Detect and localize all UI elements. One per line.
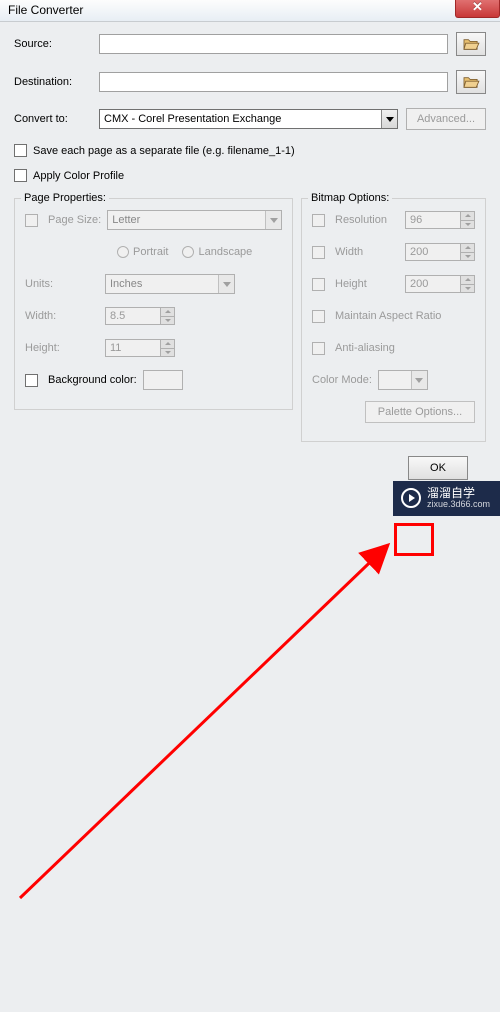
folder-open-icon	[462, 37, 480, 51]
background-color-swatch	[143, 370, 183, 390]
bitmap-options-legend: Bitmap Options:	[308, 192, 392, 204]
landscape-radio	[182, 246, 194, 258]
close-button[interactable]: ✕	[455, 0, 500, 18]
play-icon	[401, 488, 421, 508]
resolution-checkbox	[312, 214, 325, 227]
page-size-value: Letter	[112, 214, 140, 226]
color-mode-label: Color Mode:	[312, 374, 372, 386]
ok-button[interactable]: OK	[408, 456, 468, 480]
resolution-value: 96	[410, 214, 422, 226]
window-title: File Converter	[8, 3, 83, 17]
antialiasing-checkbox	[312, 342, 325, 355]
advanced-button[interactable]: Advanced...	[406, 108, 486, 130]
save-each-page-label: Save each page as a separate file (e.g. …	[33, 145, 295, 157]
spinner-up-icon	[160, 308, 174, 316]
spinner-up-icon	[460, 212, 474, 220]
source-label: Source:	[14, 38, 99, 50]
chevron-down-icon	[381, 110, 397, 128]
destination-input[interactable]	[99, 72, 448, 92]
background-color-label: Background color:	[48, 374, 137, 386]
bitmap-options-group: Bitmap Options: Resolution 96 Width 200 …	[301, 198, 486, 442]
portrait-radio-wrapper: Portrait	[117, 246, 168, 258]
page-properties-group: Page Properties: Page Size: Letter Portr…	[14, 198, 293, 410]
page-size-label: Page Size:	[48, 214, 101, 226]
height-spinner: 11	[105, 339, 175, 357]
chevron-down-icon	[265, 211, 281, 229]
width-spinner: 8.5	[105, 307, 175, 325]
spinner-up-icon	[460, 244, 474, 252]
width-label: Width:	[25, 310, 105, 322]
chevron-down-icon	[411, 371, 427, 389]
palette-options-button: Palette Options...	[365, 401, 475, 423]
bitmap-height-checkbox	[312, 278, 325, 291]
destination-label: Destination:	[14, 76, 99, 88]
highlight-box	[394, 523, 434, 556]
bitmap-width-label: Width	[335, 246, 405, 258]
save-each-page-checkbox[interactable]	[14, 144, 27, 157]
browse-destination-button[interactable]	[456, 70, 486, 94]
height-label: Height:	[25, 342, 105, 354]
spinner-down-icon	[460, 252, 474, 261]
browse-source-button[interactable]	[456, 32, 486, 56]
convert-format-dropdown[interactable]: CMX - Corel Presentation Exchange	[99, 109, 398, 129]
bitmap-height-spinner: 200	[405, 275, 475, 293]
maintain-aspect-checkbox	[312, 310, 325, 323]
height-value: 11	[110, 342, 121, 354]
spinner-down-icon	[460, 284, 474, 293]
background-color-checkbox[interactable]	[25, 374, 38, 387]
portrait-radio	[117, 246, 129, 258]
folder-open-icon	[462, 75, 480, 89]
bitmap-height-label: Height	[335, 278, 405, 290]
units-value: Inches	[110, 278, 142, 290]
page-properties-legend: Page Properties:	[21, 192, 109, 204]
bitmap-width-value: 200	[410, 246, 428, 258]
resolution-label: Resolution	[335, 214, 405, 226]
color-mode-dropdown	[378, 370, 428, 390]
landscape-radio-wrapper: Landscape	[182, 246, 252, 258]
apply-color-profile-checkbox[interactable]	[14, 169, 27, 182]
apply-color-profile-label: Apply Color Profile	[33, 170, 124, 182]
watermark: 溜溜自学 zixue.3d66.com	[393, 481, 500, 516]
bitmap-width-checkbox	[312, 246, 325, 259]
spinner-up-icon	[160, 340, 174, 348]
source-input[interactable]	[99, 34, 448, 54]
units-label: Units:	[25, 278, 105, 290]
portrait-label: Portrait	[133, 246, 168, 258]
titlebar: File Converter ✕	[0, 0, 500, 22]
resolution-spinner: 96	[405, 211, 475, 229]
spinner-down-icon	[160, 348, 174, 357]
convert-to-label: Convert to:	[14, 113, 99, 125]
page-size-dropdown: Letter	[107, 210, 282, 230]
spinner-down-icon	[460, 220, 474, 229]
page-size-checkbox	[25, 214, 38, 227]
landscape-label: Landscape	[198, 246, 252, 258]
units-dropdown: Inches	[105, 274, 235, 294]
spinner-down-icon	[160, 316, 174, 325]
convert-format-value: CMX - Corel Presentation Exchange	[104, 113, 281, 125]
bitmap-width-spinner: 200	[405, 243, 475, 261]
bitmap-height-value: 200	[410, 278, 428, 290]
width-value: 8.5	[110, 310, 125, 322]
watermark-url: zixue.3d66.com	[427, 500, 490, 510]
chevron-down-icon	[218, 275, 234, 293]
spinner-up-icon	[460, 276, 474, 284]
antialiasing-label: Anti-aliasing	[335, 342, 395, 354]
dialog-content: Source: Destination: Convert to: CMX - C…	[0, 22, 500, 490]
arrow-annotation	[0, 490, 500, 1012]
maintain-aspect-label: Maintain Aspect Ratio	[335, 310, 441, 322]
